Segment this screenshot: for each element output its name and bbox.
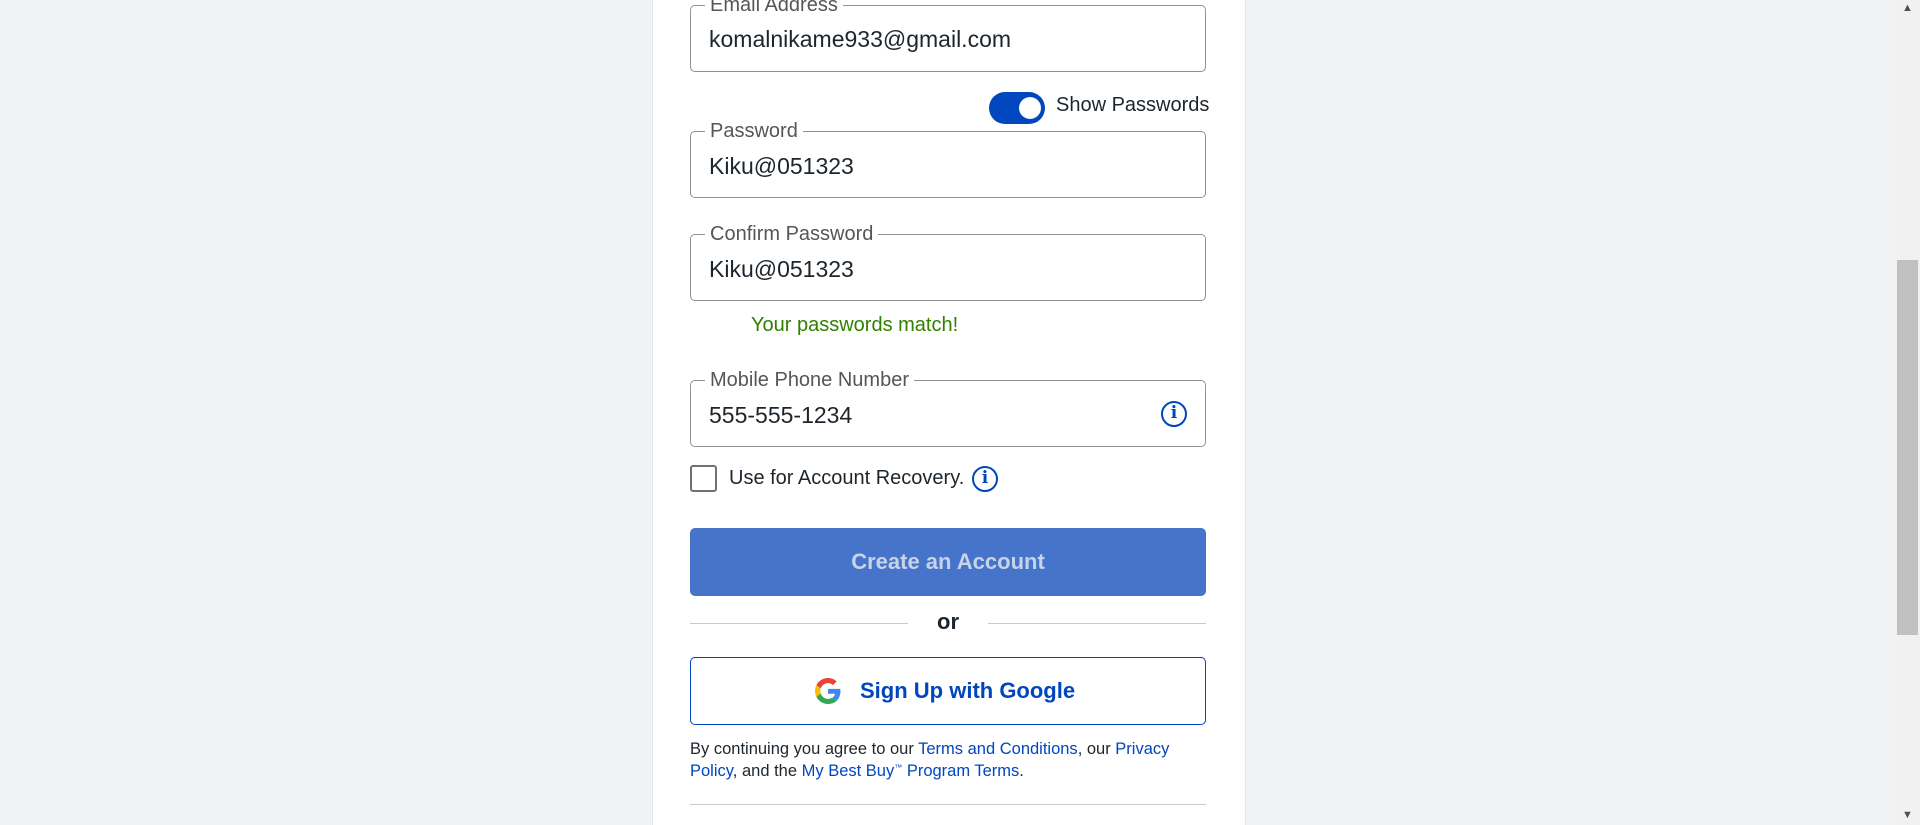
google-signup-label: Sign Up with Google — [860, 678, 1076, 703]
phone-label: Mobile Phone Number — [705, 368, 914, 392]
show-passwords-label: Show Passwords — [1056, 94, 1210, 116]
scrollbar-thumb[interactable] — [1897, 260, 1918, 635]
account-recovery-checkbox[interactable] — [690, 465, 717, 492]
info-icon[interactable]: i — [972, 466, 998, 492]
info-icon[interactable]: i — [1161, 401, 1187, 427]
google-signup-button[interactable]: Sign Up with Google — [690, 657, 1206, 725]
email-label: Email Address — [705, 0, 843, 17]
divider-right — [988, 623, 1206, 624]
email-field[interactable]: Email Address komalnikame933@gmail.com — [690, 0, 1206, 72]
scroll-down-icon[interactable]: ▼ — [1895, 808, 1920, 822]
account-recovery-label: Use for Account Recovery. — [729, 467, 965, 489]
phone-field[interactable]: Mobile Phone Number 555-555-1234 i — [690, 368, 1206, 447]
terms-text: By continuing you agree to our Terms and… — [690, 738, 1210, 782]
email-value[interactable]: komalnikame933@gmail.com — [709, 25, 1011, 53]
password-value[interactable]: Kiku@051323 — [709, 152, 854, 180]
program-terms-link[interactable]: My Best Buy™ Program Terms — [802, 762, 1020, 780]
terms-and-the: , and the — [732, 762, 802, 780]
divider-left — [690, 623, 908, 624]
password-match-message: Your passwords match! — [751, 314, 959, 336]
or-separator: or — [937, 609, 959, 634]
phone-value[interactable]: 555-555-1234 — [709, 401, 852, 429]
program-terms-rest: Program Terms — [902, 762, 1020, 780]
terms-prefix: By continuing you agree to our — [690, 740, 919, 758]
show-passwords-toggle[interactable] — [989, 92, 1045, 124]
terms-and-conditions-link[interactable]: Terms and Conditions — [918, 740, 1078, 758]
create-account-button[interactable]: Create an Account — [690, 528, 1206, 596]
confirm-password-value[interactable]: Kiku@051323 — [709, 255, 854, 283]
toggle-knob — [1019, 97, 1041, 119]
password-field[interactable]: Password Kiku@051323 — [690, 119, 1206, 198]
bottom-divider — [690, 804, 1206, 805]
google-logo-icon — [815, 678, 841, 704]
page-scrollbar[interactable]: ▲ ▼ — [1895, 0, 1920, 825]
confirm-password-label: Confirm Password — [705, 222, 879, 246]
password-label: Password — [705, 119, 803, 143]
program-terms-brand: My Best Buy — [801, 762, 895, 780]
terms-suffix: . — [1019, 762, 1024, 780]
terms-middle: , our — [1077, 740, 1116, 758]
trademark-mark: ™ — [894, 763, 903, 772]
confirm-password-field[interactable]: Confirm Password Kiku@051323 — [690, 222, 1206, 301]
scroll-up-icon[interactable]: ▲ — [1895, 1, 1920, 15]
